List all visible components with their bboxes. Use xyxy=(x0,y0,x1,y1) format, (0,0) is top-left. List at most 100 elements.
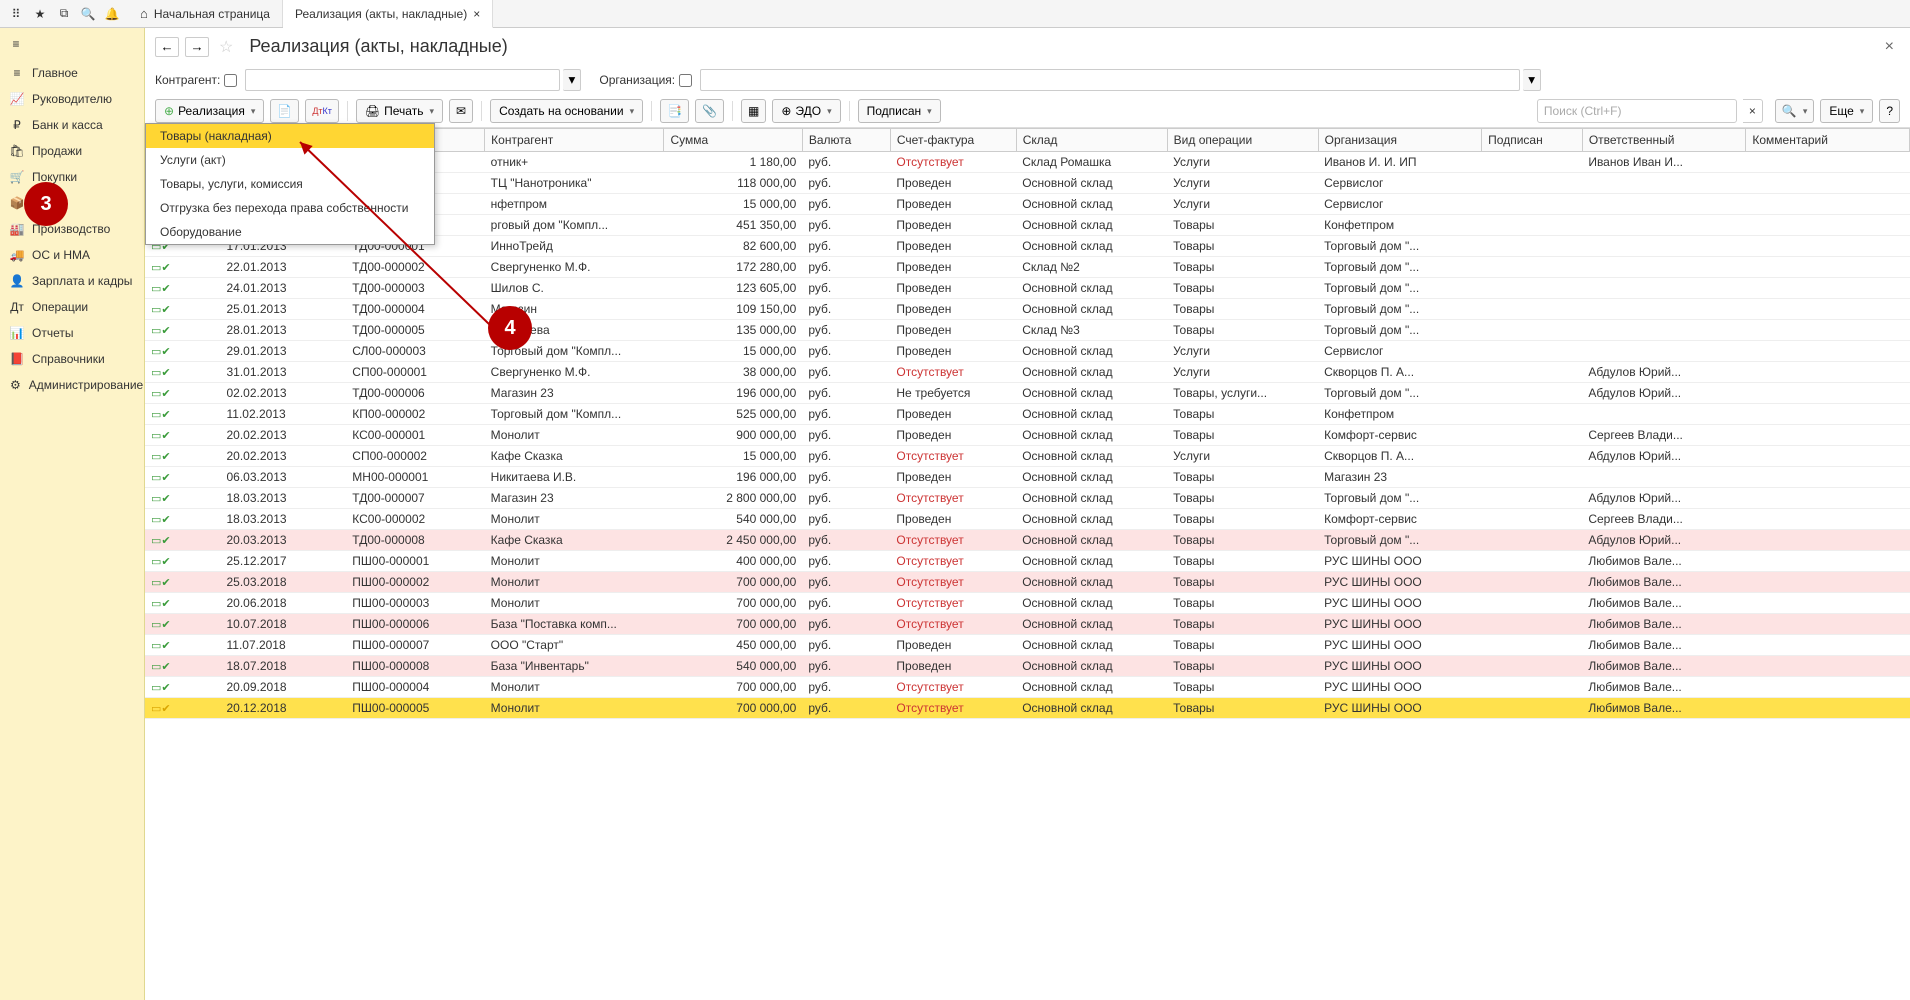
history-icon[interactable]: ⧉ xyxy=(52,2,76,26)
grid-button[interactable]: ▦ xyxy=(741,99,766,123)
close-page-button[interactable]: × xyxy=(1879,38,1900,56)
star-outline-icon[interactable]: ☆ xyxy=(219,37,233,57)
table-row[interactable]: ▭✔18.07.2018ПШ00-000008База "Инвентарь"5… xyxy=(145,656,1910,677)
tab[interactable]: ⌂Начальная страница xyxy=(128,0,283,27)
sidebar-item[interactable]: 📊Отчеты xyxy=(0,320,144,346)
sidebar: ≡ ≡Главное📈Руководителю₽Банк и касса🛍Про… xyxy=(0,28,145,1000)
toolbar: ⊕Реализация▾ 📄 ДтКт 🖨 Печать▾ ✉ Создать … xyxy=(145,95,1910,128)
table-row[interactable]: ▭✔22.01.2013ТД00-000002Свергуненко М.Ф.1… xyxy=(145,257,1910,278)
callout-3: 3 xyxy=(24,182,68,226)
sidebar-item[interactable]: ⚙Администрирование xyxy=(0,372,144,398)
table-row[interactable]: ▭✔20.09.2018ПШ00-000004Монолит700 000,00… xyxy=(145,677,1910,698)
column-header[interactable]: Ответственный xyxy=(1582,129,1746,152)
column-header[interactable]: Склад xyxy=(1016,129,1167,152)
search-icon[interactable]: 🔍 xyxy=(76,2,100,26)
table-row[interactable]: ▭✔25.12.2017ПШ00-000001Монолит400 000,00… xyxy=(145,551,1910,572)
table-row[interactable]: ▭✔10.07.2018ПШ00-000006База "Поставка ко… xyxy=(145,614,1910,635)
tab-close-icon[interactable]: × xyxy=(473,7,480,21)
sidebar-item[interactable]: ₽Банк и касса xyxy=(0,112,144,138)
dropdown-item[interactable]: Оборудование xyxy=(146,220,434,244)
column-header[interactable]: Организация xyxy=(1318,129,1482,152)
help-button[interactable]: ? xyxy=(1879,99,1900,123)
org-input[interactable] xyxy=(700,69,1520,91)
sidebar-item[interactable]: ДтОперации xyxy=(0,294,144,320)
search-clear-button[interactable]: × xyxy=(1743,99,1763,123)
table-row[interactable]: ▭✔06.03.2013МН00-000001Никитаева И.В.196… xyxy=(145,467,1910,488)
table-row[interactable]: ▭✔02.02.2013ТД00-000006Магазин 23196 000… xyxy=(145,383,1910,404)
sidebar-icon: 👤 xyxy=(10,274,24,288)
table-row[interactable]: ▭✔20.03.2013ТД00-000008Кафе Сказка2 450 … xyxy=(145,530,1910,551)
org-checkbox[interactable] xyxy=(679,74,692,87)
create-base-button[interactable]: Создать на основании▾ xyxy=(490,99,643,123)
contragent-dropdown-button[interactable]: ▾ xyxy=(563,69,581,91)
star-icon[interactable]: ★ xyxy=(28,2,52,26)
table-row[interactable]: ▭✔25.03.2018ПШ00-000002Монолит700 000,00… xyxy=(145,572,1910,593)
dropdown-item[interactable]: Товары (накладная) xyxy=(146,124,434,148)
column-header[interactable]: Комментарий xyxy=(1746,129,1910,152)
table-row[interactable]: ▭✔11.02.2013КП00-000002Торговый дом "Ком… xyxy=(145,404,1910,425)
more-button[interactable]: Еще▾ xyxy=(1820,99,1873,123)
nav-forward-button[interactable]: → xyxy=(185,37,209,57)
table-row[interactable]: ▭✔18.03.2013ТД00-000007Магазин 232 800 0… xyxy=(145,488,1910,509)
table-row[interactable]: ▭✔20.02.2013СП00-000002Кафе Сказка15 000… xyxy=(145,446,1910,467)
column-header[interactable]: Сумма xyxy=(664,129,802,152)
tab[interactable]: Реализация (акты, накладные)× xyxy=(283,0,493,28)
table-row[interactable]: ▭✔24.01.2013ТД00-000003Шилов С.123 605,0… xyxy=(145,278,1910,299)
dtk-button[interactable]: ДтКт xyxy=(305,99,339,123)
sidebar-item-label: Покупки xyxy=(32,170,77,184)
contragent-input[interactable] xyxy=(245,69,560,91)
attach-button[interactable]: 📎 xyxy=(695,99,724,123)
filter-row: Контрагент: ▾ Организация: ▾ xyxy=(145,65,1910,95)
sidebar-icon: 📕 xyxy=(10,352,24,366)
column-header[interactable]: Валюта xyxy=(802,129,890,152)
table-row[interactable]: ▭✔20.12.2018ПШ00-000005Монолит700 000,00… xyxy=(145,698,1910,719)
print-button[interactable]: 🖨 Печать▾ xyxy=(356,99,443,123)
sidebar-item-label: Продажи xyxy=(32,144,82,158)
search-input[interactable]: Поиск (Ctrl+F) xyxy=(1537,99,1737,123)
sidebar-item[interactable]: 🛒Покупки xyxy=(0,164,144,190)
contragent-checkbox[interactable] xyxy=(224,74,237,87)
sidebar-icon: ₽ xyxy=(10,118,24,132)
envelope-button[interactable]: ✉ xyxy=(449,99,473,123)
find-button[interactable]: 🔍▾ xyxy=(1775,99,1814,123)
load-button[interactable]: 📑 xyxy=(660,99,689,123)
edo-button[interactable]: ⊕ ЭДО▾ xyxy=(772,99,840,123)
dropdown-item[interactable]: Услуги (акт) xyxy=(146,148,434,172)
sidebar-item[interactable]: 🛍Продажи xyxy=(0,138,144,164)
sidebar-item[interactable]: 📦Склад xyxy=(0,190,144,216)
sidebar-item[interactable]: 🚚ОС и НМА xyxy=(0,242,144,268)
sidebar-item[interactable]: ≡Главное xyxy=(0,60,144,86)
org-dropdown-button[interactable]: ▾ xyxy=(1523,69,1541,91)
sidebar-item[interactable]: 🏭Производство xyxy=(0,216,144,242)
realization-button[interactable]: ⊕Реализация▾ xyxy=(155,99,264,123)
apps-icon[interactable]: ⠿ xyxy=(4,2,28,26)
column-header[interactable]: Подписан xyxy=(1482,129,1583,152)
sidebar-item-label: Главное xyxy=(32,66,78,80)
contragent-label: Контрагент: xyxy=(155,73,237,87)
bell-icon[interactable]: 🔔 xyxy=(100,2,124,26)
dropdown-item[interactable]: Отгрузка без перехода права собственност… xyxy=(146,196,434,220)
sidebar-item[interactable]: 📕Справочники xyxy=(0,346,144,372)
sidebar-icon: ⚙ xyxy=(10,378,21,392)
table-row[interactable]: ▭✔29.01.2013СЛ00-000003Торговый дом "Ком… xyxy=(145,341,1910,362)
table-row[interactable]: ▭✔20.06.2018ПШ00-000003Монолит700 000,00… xyxy=(145,593,1910,614)
table-row[interactable]: ▭✔31.01.2013СП00-000001Свергуненко М.Ф.3… xyxy=(145,362,1910,383)
table-row[interactable]: ▭✔28.01.2013ТД00-000005Никитаева135 000,… xyxy=(145,320,1910,341)
sidebar-item[interactable]: 📈Руководителю xyxy=(0,86,144,112)
data-table[interactable]: ДатаНомерКонтрагентСуммаВалютаСчет-факту… xyxy=(145,128,1910,1000)
table-row[interactable]: ▭✔11.07.2018ПШ00-000007ООО "Старт"450 00… xyxy=(145,635,1910,656)
column-header[interactable]: Вид операции xyxy=(1167,129,1318,152)
sidebar-item[interactable]: 👤Зарплата и кадры xyxy=(0,268,144,294)
column-header[interactable]: Счет-фактура xyxy=(890,129,1016,152)
copy-button[interactable]: 📄 xyxy=(270,99,299,123)
nav-back-button[interactable]: ← xyxy=(155,37,179,57)
menu-icon[interactable]: ≡ xyxy=(4,32,28,56)
table-row[interactable]: ▭✔18.03.2013КС00-000002Монолит540 000,00… xyxy=(145,509,1910,530)
sidebar-item-label: ОС и НМА xyxy=(32,248,90,262)
dropdown-item[interactable]: Товары, услуги, комиссия xyxy=(146,172,434,196)
column-header[interactable]: Контрагент xyxy=(485,129,664,152)
table-row[interactable]: ▭✔25.01.2013ТД00-000004Магазин109 150,00… xyxy=(145,299,1910,320)
table-row[interactable]: ▭✔20.02.2013КС00-000001Монолит900 000,00… xyxy=(145,425,1910,446)
signed-button[interactable]: Подписан▾ xyxy=(858,99,941,123)
sidebar-item-label: Отчеты xyxy=(32,326,73,340)
